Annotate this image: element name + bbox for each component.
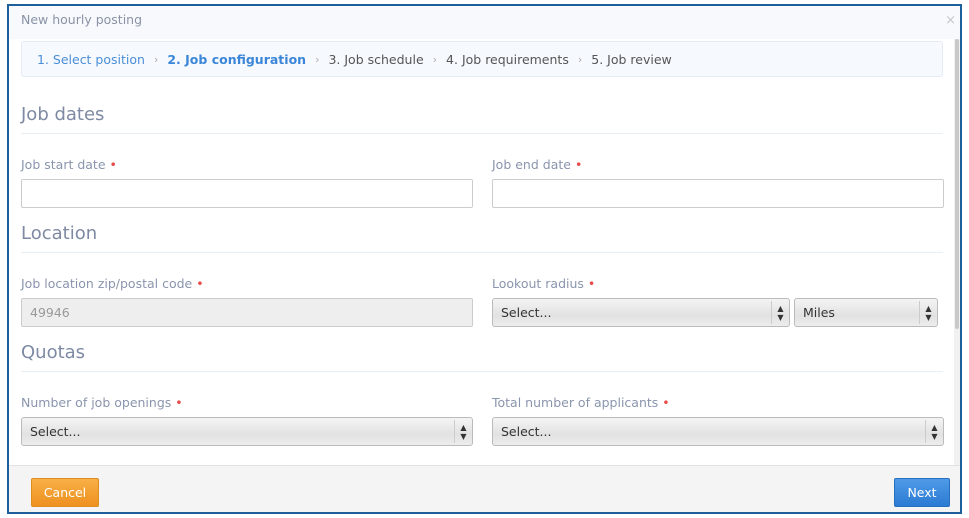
chevron-right-icon: › [153,52,159,66]
start-date-input[interactable] [21,179,473,208]
applicants-select[interactable]: Select... ▲ ▼ [492,417,944,446]
chevron-right-icon: › [315,52,320,66]
section-quotas: Quotas [21,342,943,372]
chevron-right-icon: › [577,52,583,66]
cancel-button[interactable]: Cancel [31,478,99,507]
next-button[interactable]: Next [894,478,950,507]
applicants-label: Total number of applicants • [492,395,670,410]
scrollbar-thumb[interactable] [955,39,959,329]
dialog-footer: Cancel Next [9,465,960,512]
step-select-position[interactable]: 1. Select position [37,52,145,67]
step-job-configuration[interactable]: 2. Job configuration [167,52,306,67]
dialog-title: New hourly posting [21,12,143,27]
scrollbar[interactable] [954,39,960,465]
step-job-requirements[interactable]: 4. Job requirements [446,52,569,67]
section-job-dates: Job dates [21,104,943,134]
close-icon[interactable]: × [945,13,956,28]
step-job-review[interactable]: 5. Job review [591,52,671,67]
openings-select[interactable]: Select... ▲ ▼ [21,417,473,446]
radius-label: Lookout radius • [492,276,596,291]
section-location: Location [21,223,943,253]
step-job-schedule[interactable]: 3. Job schedule [328,52,423,67]
start-date-label: Job start date • [21,157,117,172]
select-arrows-icon: ▲ ▼ [771,301,789,324]
radius-select[interactable]: Select... ▲ ▼ [492,298,790,327]
select-arrows-icon: ▲ ▼ [925,420,943,443]
wizard-steps: 1. Select position › 2. Job configuratio… [21,41,943,77]
zip-label: Job location zip/postal code • [21,276,204,291]
select-arrows-icon: ▲ ▼ [919,301,937,324]
new-hourly-posting-dialog: New hourly posting × 1. Select position … [7,4,962,514]
end-date-input[interactable] [492,179,944,208]
dialog-header: New hourly posting × [9,6,960,39]
zip-input[interactable]: 49946 [21,298,473,327]
end-date-label: Job end date • [492,157,583,172]
select-arrows-icon: ▲ ▼ [454,420,472,443]
radius-unit-select[interactable]: Miles ▲ ▼ [794,298,938,327]
openings-label: Number of job openings • [21,395,183,410]
chevron-right-icon: › [432,52,438,66]
